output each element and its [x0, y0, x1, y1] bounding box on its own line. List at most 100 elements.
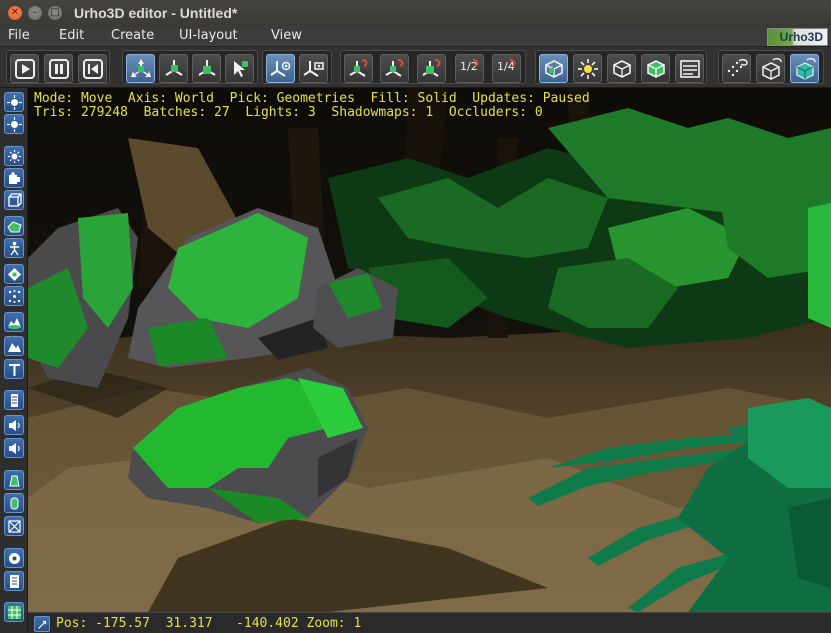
maximize-window-button[interactable]: □	[48, 6, 62, 20]
status-bar: Pos: -175.57 31.317 -140.402 Zoom: 1	[28, 612, 831, 633]
speaker-icon	[9, 443, 20, 454]
viewport-stats-mode: Mode: Move Axis: World Pick: Geometries …	[34, 91, 590, 106]
scale-icon	[198, 60, 216, 76]
close-window-button[interactable]: ✕	[8, 6, 22, 20]
move-mode-button[interactable]	[126, 54, 155, 83]
pick-rigidbodies-icon	[647, 60, 665, 78]
snap-quarter-button[interactable]: 1/4	[492, 54, 521, 83]
rotate-snap-button[interactable]	[380, 54, 409, 83]
create-terrain-button[interactable]	[4, 312, 24, 332]
menu-edit[interactable]: Edit	[59, 28, 84, 43]
pause-button[interactable]	[44, 54, 73, 83]
axis-mode-group	[262, 50, 332, 84]
play-button[interactable]	[10, 54, 39, 83]
create-replicated-node-button[interactable]	[4, 92, 24, 112]
pick-geometries-icon	[545, 60, 563, 78]
pick-rigidbodies-button[interactable]	[641, 54, 670, 83]
pick-ui-button[interactable]	[675, 54, 704, 83]
fill-point-icon	[727, 58, 748, 77]
window-title: Urho3D editor - Untitled*	[74, 5, 238, 21]
logo-text: Urho3D	[779, 30, 823, 44]
pick-zones-icon	[613, 60, 631, 78]
component-toolbar	[0, 88, 28, 633]
constraint-icon	[8, 520, 21, 533]
rotate-snap-icon	[385, 59, 404, 77]
pick-ui-icon	[680, 60, 700, 78]
snap-half-button[interactable]: 1/2	[455, 54, 484, 83]
create-particle-button[interactable]	[4, 286, 24, 306]
svg-text:1/4: 1/4	[497, 60, 515, 73]
fill-point-button[interactable]	[722, 54, 751, 83]
create-light-button[interactable]	[4, 146, 24, 166]
create-animated-model-button[interactable]	[4, 238, 24, 258]
minimize-window-button[interactable]: –	[28, 6, 42, 20]
move-icon	[131, 59, 151, 77]
scale-mode-button[interactable]	[192, 54, 221, 83]
create-box-button[interactable]	[4, 190, 24, 210]
pos-z-value: -140.402	[236, 616, 299, 631]
move-snap-button[interactable]	[344, 54, 373, 83]
create-sound-source-button[interactable]	[4, 390, 24, 410]
local-axis-button[interactable]	[299, 54, 328, 83]
create-script-button[interactable]	[4, 571, 24, 591]
create-speaker-button[interactable]	[4, 438, 24, 458]
snap-quarter-icon: 1/4	[497, 59, 516, 73]
snap-group: 1/2 1/4	[340, 50, 526, 84]
scale-snap-button[interactable]	[417, 54, 446, 83]
create-collision-shape-button[interactable]	[4, 493, 24, 513]
create-static-model-button[interactable]	[4, 216, 24, 236]
create-rigid-body-button[interactable]	[4, 470, 24, 490]
sound-listener-icon	[9, 420, 20, 431]
create-local-node-button[interactable]	[4, 114, 24, 134]
scene-node-icon	[7, 95, 22, 110]
local-axis-icon	[303, 61, 324, 77]
animated-model-icon	[10, 241, 19, 256]
menu-view[interactable]: View	[271, 28, 302, 43]
pick-lights-button[interactable]	[573, 54, 602, 83]
select-icon	[234, 61, 248, 77]
fill-solid-button[interactable]	[790, 54, 819, 83]
menu-create[interactable]: Create	[111, 28, 154, 43]
camera-icon	[9, 172, 20, 184]
rewind-button[interactable]	[78, 54, 107, 83]
terrain-icon	[8, 318, 21, 329]
play-icon	[15, 59, 35, 79]
particle-icon	[8, 290, 21, 303]
static-model-icon	[7, 221, 22, 233]
rotate-mode-button[interactable]	[159, 54, 188, 83]
create-constraint-button[interactable]	[4, 516, 24, 536]
fill-solid-icon	[796, 57, 816, 80]
create-navigation-button[interactable]	[4, 548, 24, 568]
pick-zones-button[interactable]	[607, 54, 636, 83]
create-camera-button[interactable]	[4, 168, 24, 188]
snap-half-icon: 1/2	[460, 59, 479, 73]
world-axis-button[interactable]	[266, 54, 295, 83]
create-text-button[interactable]	[4, 359, 24, 379]
scene-render	[28, 88, 831, 612]
menu-ui-layout[interactable]: UI-layout	[179, 28, 238, 43]
zone-icon	[8, 343, 21, 352]
viewport-stats-render: Tris: 279248 Batches: 27 Lights: 3 Shado…	[34, 105, 543, 120]
menu-bar: File Edit Create UI-layout View	[0, 27, 831, 47]
pos-label: Pos:	[56, 616, 88, 631]
playback-group	[6, 50, 110, 84]
fill-wireframe-button[interactable]	[756, 54, 785, 83]
select-mode-button[interactable]	[225, 54, 254, 83]
scene-viewport[interactable]: Mode: Move Axis: World Pick: Geometries …	[28, 88, 831, 612]
text-icon	[9, 364, 20, 376]
menu-file[interactable]: File	[8, 28, 30, 43]
zoom-value: 1	[353, 616, 362, 631]
rigid-body-icon	[9, 475, 20, 487]
create-grid-button[interactable]	[4, 602, 24, 622]
script-icon	[10, 575, 19, 588]
edit-mode-group	[122, 50, 258, 84]
create-billboard-button[interactable]	[4, 264, 24, 284]
create-zone-button[interactable]	[4, 336, 24, 356]
pick-geometries-button[interactable]	[539, 54, 568, 83]
create-sound-listener-button[interactable]	[4, 415, 24, 435]
svg-text:1/2: 1/2	[460, 60, 478, 73]
pick-lights-icon	[578, 59, 598, 79]
main-toolbar: 1/2 1/4	[0, 47, 831, 88]
zoom-label: Zoom:	[306, 616, 346, 631]
collision-shape-icon	[10, 497, 19, 510]
